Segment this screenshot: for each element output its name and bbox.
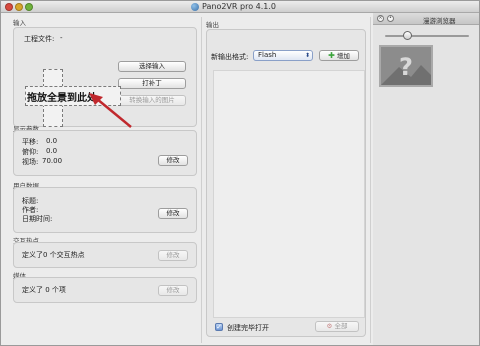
input-section-label: 输入 [13,19,26,27]
thumbnail-size-slider-thumb[interactable] [403,31,412,40]
open-when-done-label: 创建完毕打开 [227,324,269,332]
open-when-done-checkbox[interactable]: ✓ [215,323,223,331]
pan-value: 0.0 [46,137,58,145]
minimize-window-button[interactable] [15,3,23,11]
patch-button[interactable]: 打补丁 [118,78,186,89]
output-list[interactable] [213,70,365,318]
window-title: Pano2VR pro 4.1.0 [191,2,276,11]
build-all-button[interactable]: ⚙ 全部 [315,321,359,332]
media-group: 定义了 0 个项 修改 [13,277,197,303]
thumbnail-size-slider-track[interactable] [385,35,469,37]
media-count-text: 定义了 0 个项 [22,286,66,294]
build-all-button-label: 全部 [334,322,348,330]
plus-icon: ✚ [328,51,335,60]
zoom-window-button[interactable] [25,3,33,11]
add-output-button-label: 增加 [336,52,350,60]
output-section-label: 输出 [206,21,219,29]
tour-browser-title: 漫游浏览器 [423,17,456,25]
output-format-select[interactable]: Flash ⬍ [253,50,313,61]
fov-value: 70.00 [42,157,63,165]
select-input-button[interactable]: 选择输入 [118,61,186,72]
app-window: Pano2VR pro 4.1.0 输入 工程文件: - 选择输入 打补丁 转换… [0,0,480,346]
hotspots-group: 定义了0 个交互热点 修改 [13,242,197,268]
datetime-label: 日期时间: [22,215,53,223]
media-modify-button[interactable]: 修改 [158,285,188,296]
fov-label: 视场: [22,158,39,166]
user-data-group: 标题: 作者: 日期时间: 修改 [13,187,197,233]
app-logo-icon [191,2,199,11]
left-panel: 输入 工程文件: - 选择输入 打补丁 转换输入的图片 拖放全景到此处 显示参数… [7,17,197,343]
tour-browser-settings-icon[interactable]: • [387,15,394,22]
question-mark-icon: ? [381,47,431,85]
project-file-label: 工程文件: [24,35,55,43]
tilt-value: 0.0 [46,147,58,155]
user-data-modify-button[interactable]: 修改 [158,208,188,219]
window-title-text: Pano2VR pro 4.1.0 [202,2,276,11]
display-params-modify-button[interactable]: 修改 [158,155,188,166]
svg-text:?: ? [399,53,413,81]
tour-browser-panel: × • 漫游浏览器 ? [373,13,479,345]
display-params-group: 平移: 0.0 俯仰: 0.0 视场: 70.00 修改 [13,130,197,176]
select-updown-icon: ⬍ [304,52,310,59]
tour-browser-close-icon[interactable]: × [377,15,384,22]
add-output-button[interactable]: ✚ 增加 [319,50,359,61]
hotspots-count-text: 定义了0 个交互热点 [22,251,85,259]
output-format-value: Flash [258,51,277,59]
new-output-format-label: 新输出格式: [211,53,249,61]
tour-browser-header: × • 漫游浏览器 [373,13,479,25]
output-panel: 输出 新输出格式: Flash ⬍ ✚ 增加 ✓ 创建完毕打开 ⚙ 全部 [201,17,371,343]
project-file-value: - [60,34,63,42]
title-bar: Pano2VR pro 4.1.0 [1,1,479,13]
panorama-thumbnail[interactable]: ? [379,45,433,87]
output-group: 新输出格式: Flash ⬍ ✚ 增加 ✓ 创建完毕打开 ⚙ 全部 [206,29,366,337]
build-icon: ⚙ [326,322,333,330]
tilt-label: 俯仰: [22,148,39,156]
hotspots-modify-button[interactable]: 修改 [158,250,188,261]
close-window-button[interactable] [5,3,13,11]
pan-label: 平移: [22,138,39,146]
